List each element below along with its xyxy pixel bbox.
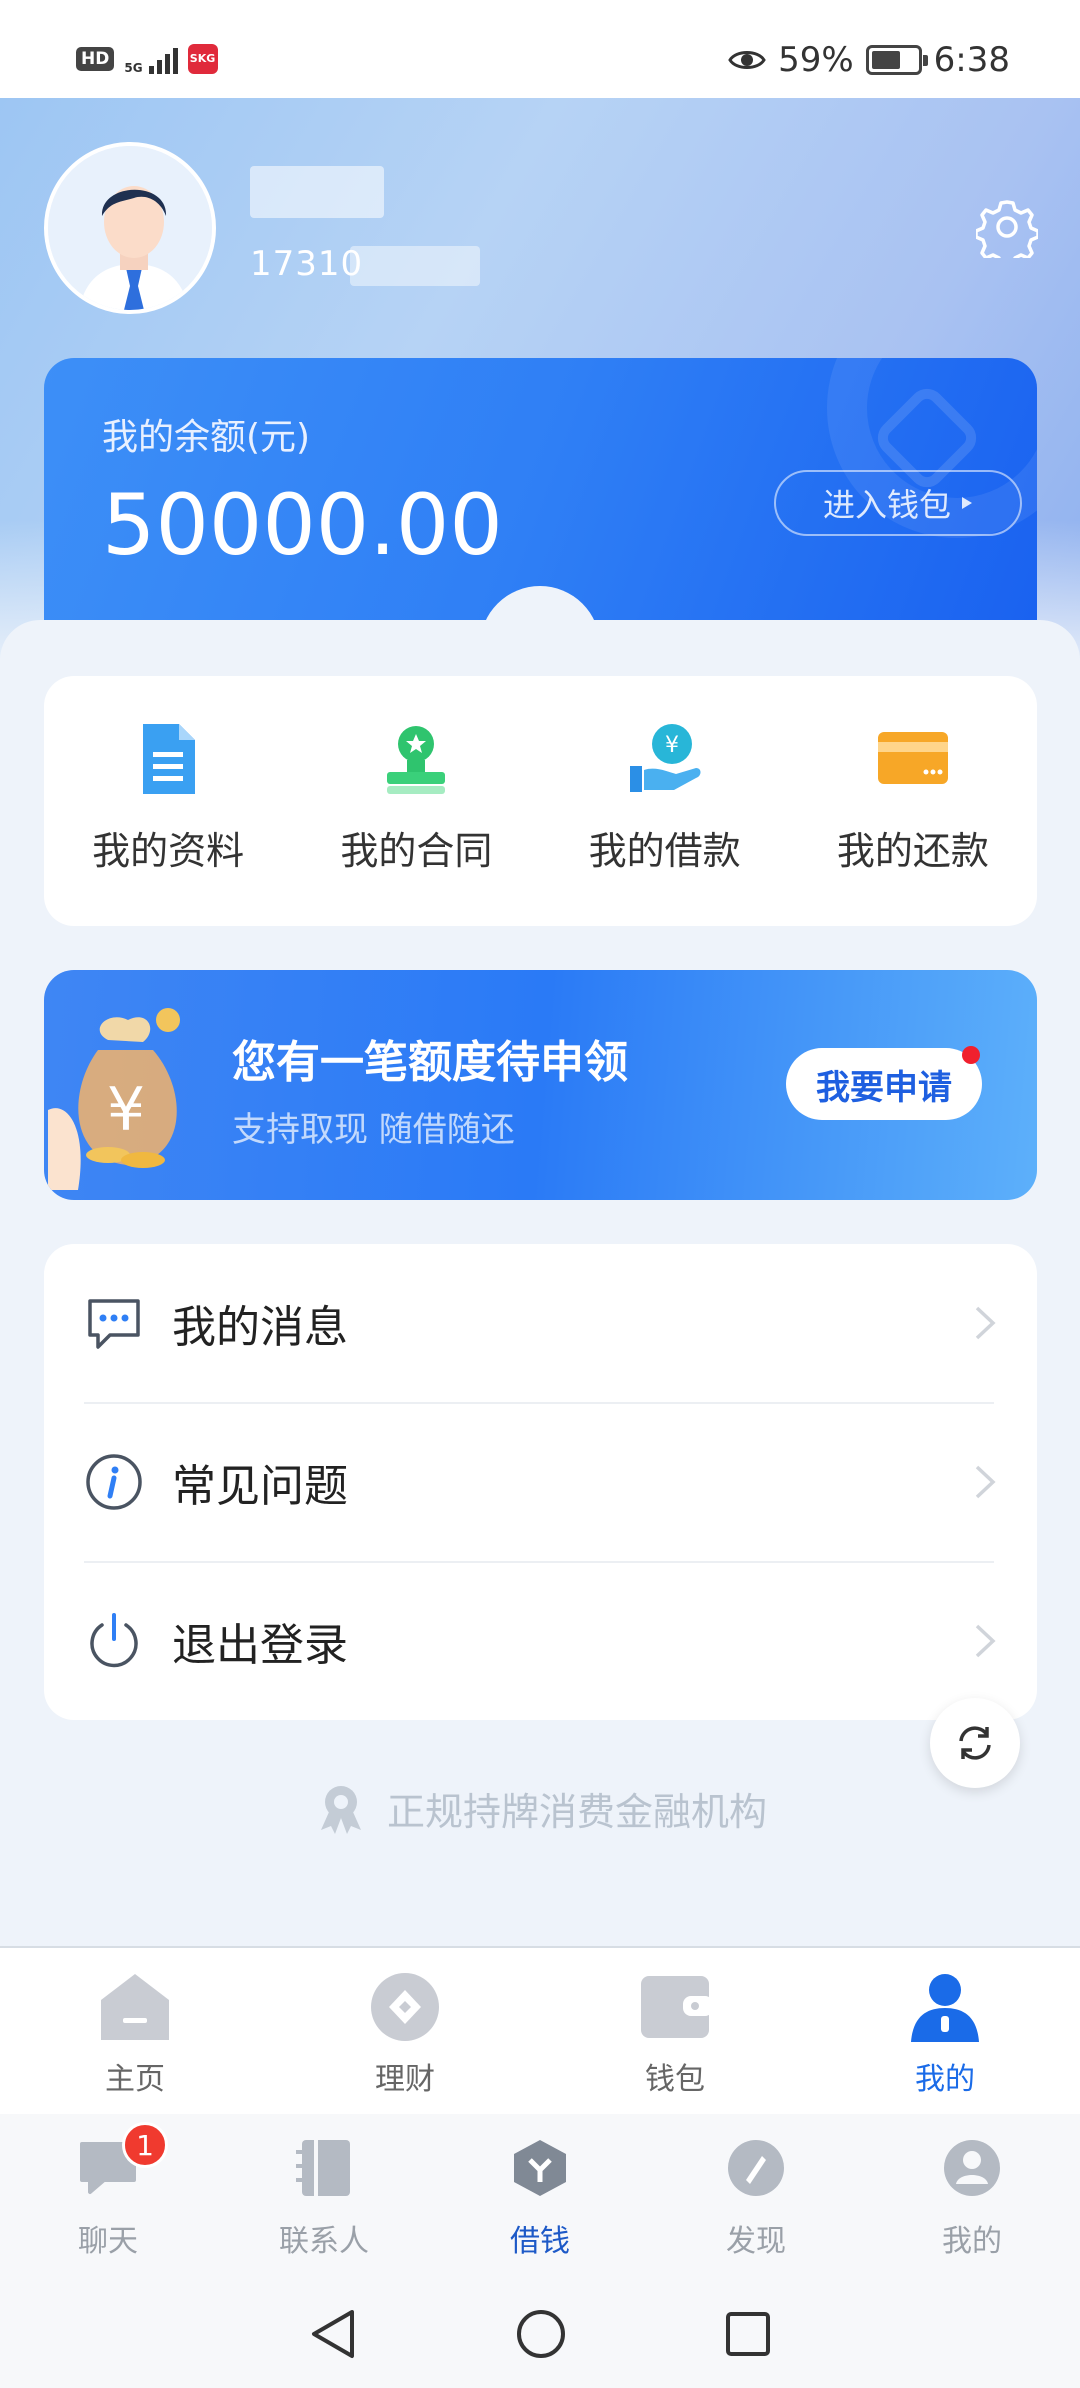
quick-my-contract[interactable]: 我的合同 — [292, 676, 540, 926]
home-icon — [101, 1974, 169, 2040]
battery-percent: 59% — [778, 40, 854, 80]
nav-label: 我的 — [915, 2062, 975, 2097]
battery-icon — [865, 45, 928, 75]
clock: 6:38 — [933, 40, 1010, 80]
refresh-button[interactable] — [930, 1698, 1020, 1788]
hd-badge: HD — [76, 47, 115, 71]
play-arrow-icon — [962, 497, 972, 509]
host-bottom-nav: 聊天 1 联系人 借钱 发现 我的 — [0, 2114, 1080, 2280]
svg-text:¥: ¥ — [107, 1075, 145, 1145]
user-icon — [911, 1974, 979, 2042]
money-bag-icon: ¥ — [48, 1008, 180, 1190]
phone-number: 17310 — [250, 244, 364, 284]
stamp-icon — [387, 726, 446, 794]
discover-icon — [728, 2140, 784, 2196]
menu-item-faq[interactable]: 常见问题 — [44, 1403, 1037, 1561]
menu-label: 退出登录 — [172, 1620, 348, 1671]
document-icon — [143, 724, 196, 794]
quick-label: 我的资料 — [92, 829, 245, 873]
menu-label: 我的消息 — [172, 1302, 348, 1353]
menu-item-logout[interactable]: 退出登录 — [44, 1562, 1037, 1720]
nav-label: 我的 — [942, 2224, 1002, 2259]
nav-label: 钱包 — [645, 2062, 705, 2097]
info-icon — [86, 1454, 142, 1510]
chevron-right-icon — [975, 1624, 996, 1658]
signal-icon: 5G — [124, 44, 178, 75]
nav-label: 联系人 — [279, 2224, 369, 2259]
message-icon — [88, 1299, 140, 1349]
contacts-icon — [296, 2140, 350, 2196]
nav-label: 发现 — [726, 2224, 786, 2259]
username-masked — [250, 166, 384, 218]
back-icon[interactable] — [308, 2308, 358, 2360]
hand-coin-icon: ¥ — [629, 724, 701, 792]
avatar[interactable] — [44, 142, 216, 314]
host-nav-discover[interactable]: 发现 — [648, 2114, 864, 2280]
system-nav-bar — [0, 2280, 1080, 2388]
enter-wallet-button[interactable]: 进入钱包 — [774, 470, 1022, 536]
host-nav-chat[interactable]: 聊天 1 — [0, 2114, 216, 2280]
chevron-right-icon — [975, 1306, 996, 1340]
power-icon — [90, 1613, 138, 1668]
quick-label: 我的还款 — [836, 829, 989, 873]
license-text: 正规持牌消费金融机构 — [386, 1789, 767, 1834]
balance-value: 50000.00 — [102, 476, 503, 574]
enter-wallet-label: 进入钱包 — [822, 486, 951, 524]
nav-label: 理财 — [375, 2062, 435, 2097]
me-icon — [944, 2140, 1000, 2196]
balance-card: 我的余额(元) 50000.00 进入钱包 — [44, 358, 1037, 620]
eye-icon — [728, 51, 766, 69]
host-nav-loan[interactable]: 借钱 — [432, 2114, 648, 2280]
card-icon — [877, 732, 948, 784]
license-note: 正规持牌消费金融机构 — [0, 1780, 1080, 1836]
recents-icon[interactable] — [724, 2310, 772, 2358]
chevron-right-icon — [975, 1465, 996, 1499]
gear-icon[interactable] — [976, 196, 1038, 258]
phone-mask — [350, 246, 480, 286]
menu-item-messages[interactable]: 我的消息 — [44, 1244, 1037, 1402]
nav-label: 聊天 — [78, 2224, 138, 2259]
nav-label: 主页 — [105, 2062, 165, 2097]
app-notification-icon: SKG — [187, 44, 218, 74]
unread-badge: 1 — [122, 2122, 168, 2168]
status-left: HD 5G SKG — [76, 44, 218, 74]
network-label: 5G — [124, 61, 143, 75]
svg-text:¥: ¥ — [665, 733, 679, 758]
loan-icon — [514, 2140, 566, 2196]
home-circle-icon[interactable] — [515, 2308, 567, 2360]
avatar-person-icon — [48, 146, 212, 310]
quick-my-loan[interactable]: ¥ 我的借款 — [541, 676, 789, 926]
quick-actions: 我的资料 我的合同 ¥ 我的借款 我的还款 — [44, 676, 1037, 926]
quick-my-repayment[interactable]: 我的还款 — [789, 676, 1037, 926]
app-bottom-nav: 主页 理财 钱包 我的 — [0, 1946, 1080, 2114]
host-nav-me[interactable]: 我的 — [864, 2114, 1080, 2280]
status-right: 59% 6:38 — [728, 40, 1010, 80]
quick-label: 我的合同 — [340, 829, 493, 873]
settings-menu: 我的消息 常见问题 退出登录 — [44, 1244, 1037, 1720]
finance-icon — [371, 1973, 439, 2041]
banner-subtitle: 支持取现 随借随还 — [232, 1110, 515, 1150]
nav-home[interactable]: 主页 — [0, 1948, 270, 2114]
credit-banner[interactable]: ¥ 您有一笔额度待申领 支持取现 随借随还 我要申请 — [44, 970, 1037, 1200]
nav-mine[interactable]: 我的 — [810, 1948, 1080, 2114]
nav-wallet[interactable]: 钱包 — [540, 1948, 810, 2114]
wallet-icon — [641, 1976, 713, 2038]
apply-button[interactable]: 我要申请 — [786, 1048, 982, 1120]
nav-finance[interactable]: 理财 — [270, 1948, 540, 2114]
notification-dot — [962, 1046, 980, 1064]
refresh-icon — [959, 1726, 991, 1760]
banner-title: 您有一笔额度待申领 — [232, 1037, 628, 1088]
quick-label: 我的借款 — [588, 829, 741, 873]
balance-label: 我的余额(元) — [102, 417, 311, 458]
quick-my-profile[interactable]: 我的资料 — [44, 676, 292, 926]
host-nav-contacts[interactable]: 联系人 — [216, 2114, 432, 2280]
status-bar: HD 5G SKG 59% 6:38 — [0, 0, 1080, 98]
nav-label: 借钱 — [510, 2224, 570, 2259]
certificate-icon — [320, 1786, 361, 1834]
menu-label: 常见问题 — [172, 1461, 348, 1512]
